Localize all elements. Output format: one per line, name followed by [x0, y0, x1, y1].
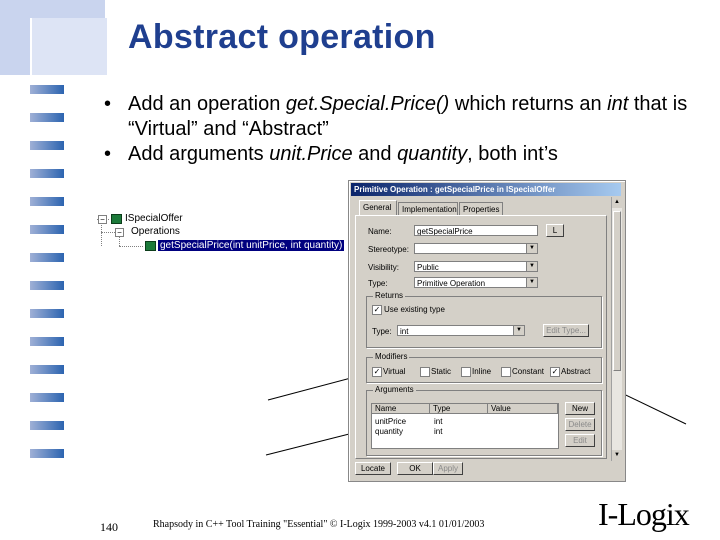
returns-type-dropdown[interactable]: int ▼ — [397, 325, 525, 336]
edit-argument-button[interactable]: Edit — [565, 434, 595, 447]
table-cell-type[interactable]: int — [434, 417, 442, 426]
column-header-type[interactable]: Type — [430, 404, 488, 414]
stereotype-label: Stereotype: — [368, 245, 409, 254]
abstract-label: Abstract — [561, 367, 591, 376]
scroll-thumb[interactable] — [613, 211, 621, 371]
chevron-down-icon[interactable]: ▼ — [526, 262, 537, 271]
visibility-label: Visibility: — [368, 263, 399, 272]
inline-label: Inline — [472, 367, 492, 376]
modifiers-group-title: Modifiers — [373, 352, 410, 361]
inline-checkbox[interactable] — [461, 367, 471, 377]
returns-type-value: int — [400, 327, 409, 336]
apply-button[interactable]: Apply — [433, 462, 463, 475]
chevron-down-icon[interactable]: ▼ — [526, 244, 537, 253]
arguments-group-title: Arguments — [373, 385, 416, 394]
scroll-up-icon[interactable]: ▲ — [612, 197, 622, 208]
chevron-down-icon[interactable]: ▼ — [526, 278, 537, 287]
type-dropdown[interactable]: Primitive Operation ▼ — [414, 277, 538, 288]
constant-checkbox[interactable] — [501, 367, 511, 377]
dialog-scrollbar[interactable]: ▲ ▼ — [611, 197, 622, 461]
company-logo: I-Logix — [598, 496, 690, 532]
returns-group-title: Returns — [373, 291, 406, 300]
tab-properties[interactable]: Properties — [459, 202, 503, 215]
tab-implementation[interactable]: Implementation — [398, 202, 458, 215]
table-cell-name[interactable]: unitPrice — [375, 417, 406, 426]
modifiers-group: Modifiers ✓ Virtual Static Inline Consta… — [366, 352, 602, 383]
returns-group: Returns ✓ Use existing type Type: int ▼ E… — [366, 291, 602, 348]
operation-dialog: Primitive Operation : getSpecialPrice in… — [348, 180, 626, 482]
static-label: Static — [431, 367, 452, 376]
page-number: 140 — [100, 520, 118, 534]
table-cell-type[interactable]: int — [434, 427, 442, 436]
delete-argument-button[interactable]: Delete — [565, 418, 595, 431]
name-label: Name: — [368, 227, 392, 236]
static-checkbox[interactable] — [420, 367, 430, 377]
chevron-down-icon[interactable]: ▼ — [513, 326, 524, 335]
returns-type-label: Type: — [372, 327, 392, 336]
virtual-checkbox[interactable]: ✓ — [372, 367, 382, 377]
stereotype-dropdown[interactable]: ▼ — [414, 243, 538, 254]
dialog-titlebar: Primitive Operation : getSpecialPrice in… — [351, 183, 621, 196]
arguments-table: Name Type Value unitPrice int quantity i… — [371, 403, 559, 449]
use-existing-type-label: Use existing type — [384, 305, 445, 314]
ok-button[interactable]: OK — [397, 462, 433, 475]
constant-label: Constant — [512, 367, 545, 376]
scroll-down-icon[interactable]: ▼ — [612, 450, 622, 461]
column-header-value[interactable]: Value — [488, 404, 558, 414]
use-existing-type-checkbox[interactable]: ✓ — [372, 305, 382, 315]
edit-type-button[interactable]: Edit Type... — [543, 324, 589, 337]
visibility-dropdown[interactable]: Public ▼ — [414, 261, 538, 272]
column-header-name[interactable]: Name — [372, 404, 430, 414]
abstract-checkbox[interactable]: ✓ — [550, 367, 560, 377]
locate-button[interactable]: Locate — [355, 462, 391, 475]
table-cell-name[interactable]: quantity — [375, 427, 403, 436]
virtual-label: Virtual — [383, 367, 406, 376]
locate-name-button[interactable]: L — [546, 224, 564, 237]
name-field[interactable]: getSpecialPrice — [414, 225, 538, 236]
footer-text: Rhapsody in C++ Tool Training "Essential… — [153, 519, 485, 530]
type-value: Primitive Operation — [417, 279, 486, 288]
new-argument-button[interactable]: New — [565, 402, 595, 415]
visibility-value: Public — [417, 263, 439, 272]
type-label: Type: — [368, 279, 388, 288]
tab-general[interactable]: General — [359, 200, 397, 216]
